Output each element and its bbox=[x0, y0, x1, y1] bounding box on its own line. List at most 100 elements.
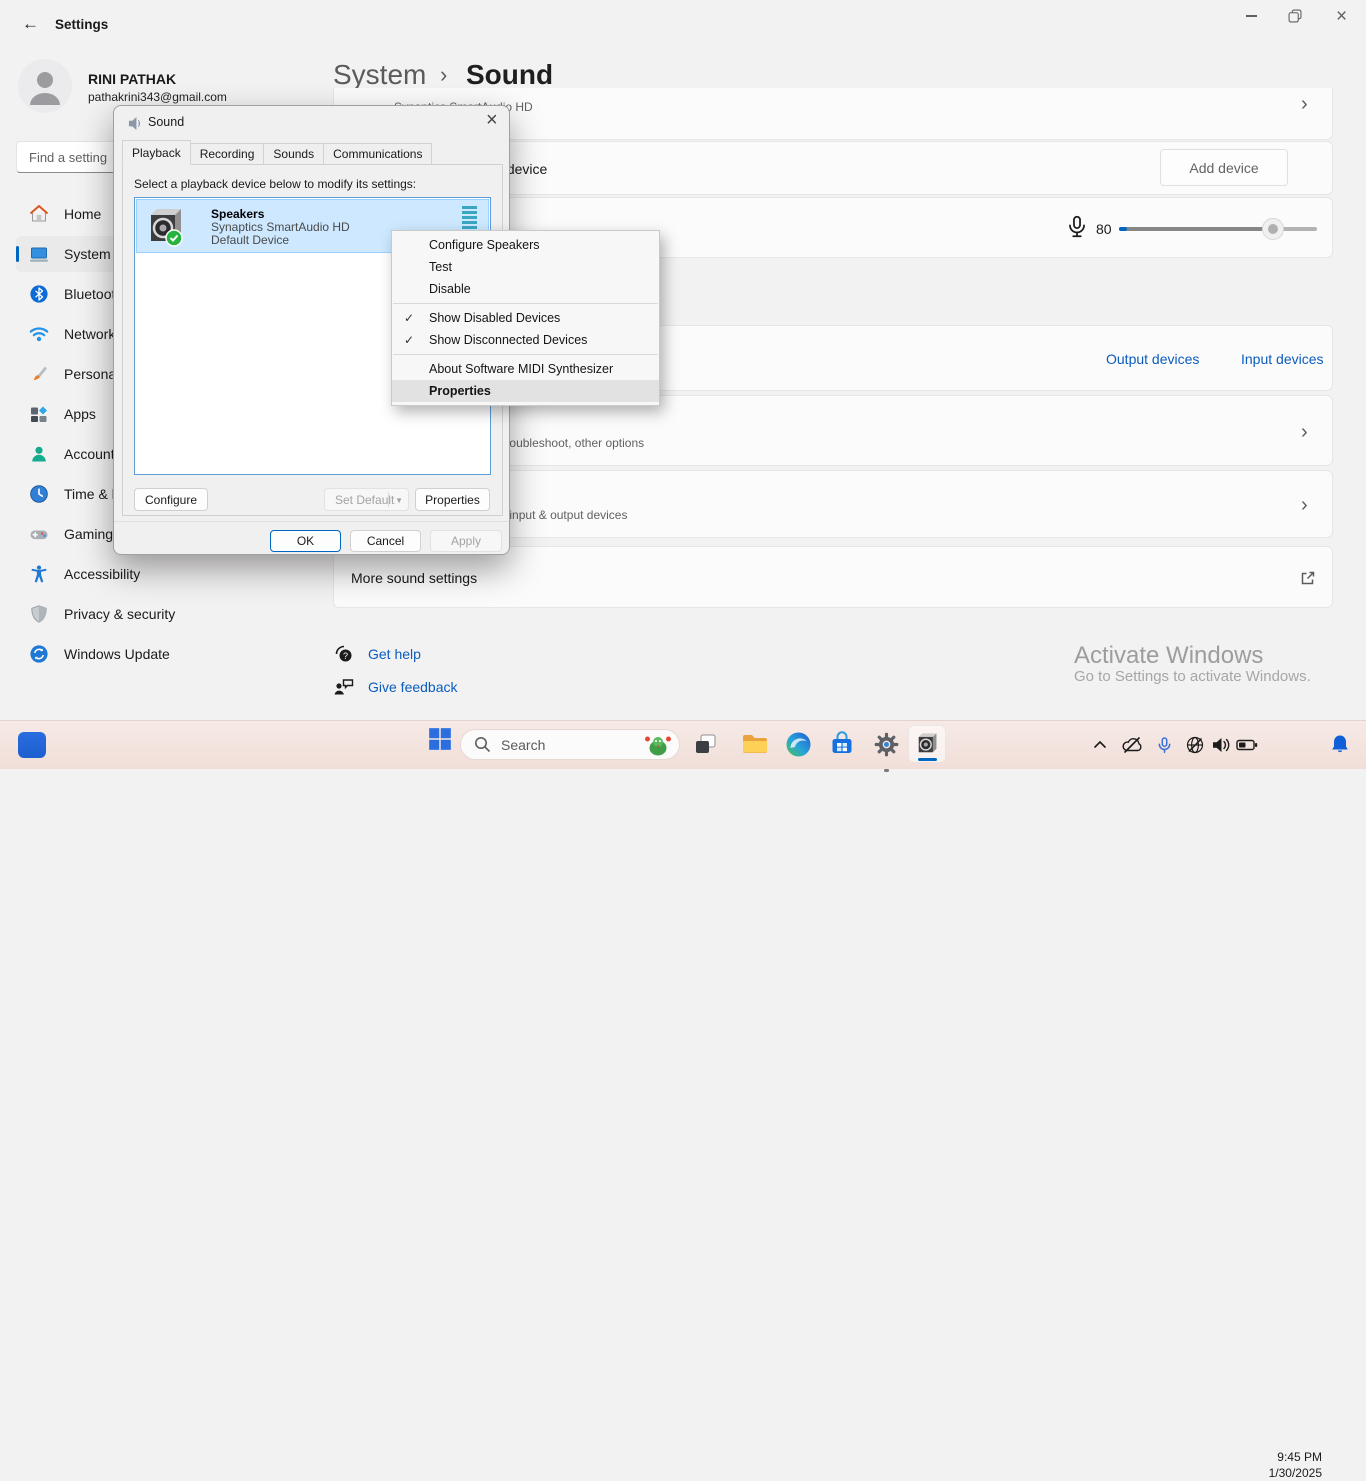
sidebar-item-windows-update[interactable]: Windows Update bbox=[16, 636, 302, 672]
more-sound-settings-title: More sound settings bbox=[351, 570, 477, 586]
chevron-up-icon bbox=[1092, 737, 1108, 753]
sidebar-item-accessibility[interactable]: Accessibility bbox=[16, 556, 302, 592]
page-title: Sound bbox=[466, 59, 553, 91]
volume-tray-button[interactable] bbox=[1211, 735, 1231, 755]
store-button[interactable] bbox=[829, 731, 855, 757]
speaker-tray-icon bbox=[1211, 735, 1231, 755]
snake-doodle-icon bbox=[643, 732, 673, 758]
gear-icon bbox=[873, 731, 900, 758]
mic-volume-slider[interactable] bbox=[1119, 227, 1317, 231]
widgets-icon bbox=[18, 732, 46, 758]
windows-start-icon bbox=[427, 726, 453, 752]
give-feedback-link[interactable]: Give feedback bbox=[368, 679, 458, 695]
sound-app-icon bbox=[914, 731, 940, 757]
tray-expand-button[interactable] bbox=[1092, 737, 1108, 753]
file-explorer-button[interactable] bbox=[741, 732, 769, 756]
dialog-close-icon[interactable]: × bbox=[486, 109, 498, 132]
speaker-device-icon bbox=[143, 205, 187, 249]
breadcrumb-parent[interactable]: System bbox=[333, 59, 426, 91]
apply-button[interactable]: Apply bbox=[430, 530, 502, 552]
clock-icon bbox=[29, 484, 49, 504]
chevron-right-icon: › bbox=[1301, 424, 1308, 440]
sidebar-label: Privacy & security bbox=[64, 606, 175, 622]
clock-time: 9:45 PM bbox=[1252, 1449, 1322, 1465]
tab-playback[interactable]: Playback bbox=[122, 140, 191, 165]
microphone-icon[interactable] bbox=[1064, 214, 1090, 240]
sidebar-label: Accessibility bbox=[64, 566, 140, 582]
close-button[interactable]: × bbox=[1336, 6, 1347, 28]
sound-dialog-icon bbox=[128, 116, 143, 131]
taskbar: Search 9:45 PM bbox=[0, 720, 1366, 769]
taskbar-clock[interactable]: 9:45 PM 1/30/2025 bbox=[1252, 1449, 1322, 1481]
brush-icon bbox=[29, 364, 49, 384]
sidebar-item-privacy[interactable]: Privacy & security bbox=[16, 596, 302, 632]
running-indicator bbox=[884, 769, 889, 772]
menu-item-properties[interactable]: Properties bbox=[392, 380, 659, 402]
cancel-button[interactable]: Cancel bbox=[350, 530, 421, 552]
slider-accent-cap bbox=[1119, 227, 1127, 231]
person-icon bbox=[18, 59, 72, 113]
store-icon bbox=[829, 731, 855, 757]
restore-button[interactable] bbox=[1288, 9, 1302, 28]
search-label: Search bbox=[501, 737, 545, 753]
device-status: Default Device bbox=[211, 233, 289, 247]
app-title: Settings bbox=[55, 17, 108, 32]
add-device-button[interactable]: Add device bbox=[1160, 149, 1288, 186]
tab-sounds[interactable]: Sounds bbox=[263, 143, 324, 165]
notifications-button[interactable] bbox=[1330, 734, 1350, 756]
set-default-button[interactable]: Set Default ▼ bbox=[324, 488, 409, 511]
minimize-button[interactable] bbox=[1240, 15, 1262, 17]
settings-taskbar-button[interactable] bbox=[873, 731, 900, 758]
set-default-dropdown-icon[interactable]: ▼ bbox=[395, 496, 403, 505]
dialog-title: Sound bbox=[148, 115, 184, 129]
chevron-right-icon: › bbox=[1301, 497, 1308, 513]
start-button[interactable] bbox=[427, 726, 453, 752]
ok-button[interactable]: OK bbox=[270, 530, 341, 552]
sidebar-label: Gaming bbox=[64, 526, 113, 542]
menu-item-test[interactable]: Test bbox=[392, 256, 659, 278]
clock-date: 1/30/2025 bbox=[1252, 1465, 1322, 1481]
output-devices-link[interactable]: Output devices bbox=[1106, 351, 1199, 367]
sound-dialog-taskbar-button[interactable] bbox=[908, 725, 946, 763]
input-devices-link[interactable]: Input devices bbox=[1241, 351, 1324, 367]
breadcrumb-separator: › bbox=[440, 62, 447, 88]
wifi-icon bbox=[29, 324, 49, 344]
accounts-icon bbox=[29, 444, 49, 464]
get-help-link[interactable]: Get help bbox=[368, 646, 421, 662]
widgets-button[interactable] bbox=[18, 732, 46, 758]
back-arrow-icon[interactable]: ← bbox=[22, 14, 39, 34]
home-icon bbox=[29, 204, 49, 224]
restore-icon bbox=[1288, 9, 1302, 23]
more-sound-settings-row[interactable]: More sound settings bbox=[333, 546, 1333, 608]
configure-button[interactable]: Configure bbox=[134, 488, 208, 511]
menu-item-configure-speakers[interactable]: Configure Speakers bbox=[392, 234, 659, 256]
battery-tray-button[interactable] bbox=[1236, 735, 1258, 755]
menu-separator bbox=[393, 303, 658, 304]
feedback-icon bbox=[333, 676, 355, 698]
checkmark-icon: ✓ bbox=[404, 333, 414, 347]
give-feedback-row[interactable]: Give feedback bbox=[333, 676, 458, 698]
mic-volume-value: 80 bbox=[1096, 221, 1112, 237]
tab-recording[interactable]: Recording bbox=[190, 143, 265, 165]
apps-icon bbox=[29, 404, 49, 424]
slider-handle[interactable] bbox=[1262, 218, 1284, 240]
file-explorer-icon bbox=[741, 732, 769, 756]
edge-button[interactable] bbox=[785, 731, 812, 758]
taskbar-search-box[interactable]: Search bbox=[460, 729, 680, 760]
onedrive-tray-button[interactable] bbox=[1121, 735, 1143, 755]
menu-item-disable[interactable]: Disable bbox=[392, 278, 659, 300]
avatar[interactable] bbox=[18, 59, 72, 113]
properties-button[interactable]: Properties bbox=[415, 488, 490, 511]
network-tray-button[interactable] bbox=[1185, 735, 1205, 755]
task-view-button[interactable] bbox=[693, 731, 719, 757]
profile-email: pathakrini343@gmail.com bbox=[88, 90, 227, 104]
activate-windows-watermark-sub: Go to Settings to activate Windows. bbox=[1074, 668, 1311, 685]
slider-fill bbox=[1119, 227, 1269, 231]
get-help-row[interactable]: ? Get help bbox=[333, 643, 421, 665]
tab-communications[interactable]: Communications bbox=[323, 143, 432, 165]
menu-item-show-disabled-devices[interactable]: ✓Show Disabled Devices bbox=[392, 307, 659, 329]
mic-in-use-tray-button[interactable] bbox=[1155, 735, 1174, 756]
menu-item-about-midi[interactable]: About Software MIDI Synthesizer bbox=[392, 358, 659, 380]
menu-item-show-disconnected-devices[interactable]: ✓Show Disconnected Devices bbox=[392, 329, 659, 351]
svg-text:?: ? bbox=[343, 651, 348, 661]
